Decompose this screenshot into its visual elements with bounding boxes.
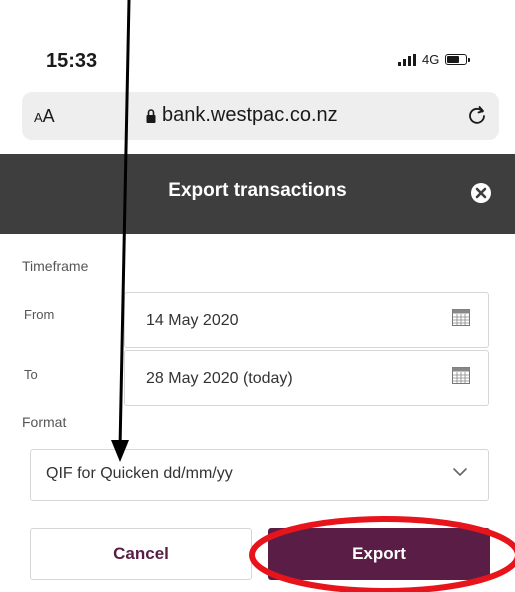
- export-button[interactable]: Export: [268, 528, 490, 580]
- text-size-large: A: [42, 106, 55, 126]
- network-type: 4G: [422, 52, 440, 67]
- timeframe-label: Timeframe: [22, 258, 89, 274]
- to-date-value: 28 May 2020 (today): [146, 370, 293, 387]
- calendar-icon[interactable]: [452, 366, 470, 384]
- format-label: Format: [22, 414, 67, 430]
- calendar-icon[interactable]: [452, 308, 470, 326]
- format-select-value: QIF for Quicken dd/mm/yy: [46, 465, 233, 482]
- status-time: 15:33: [46, 50, 98, 72]
- text-size-button[interactable]: AA: [34, 106, 55, 127]
- battery-level: [447, 56, 460, 63]
- status-indicators: 4G: [398, 52, 471, 67]
- from-date-value: 14 May 2020: [146, 312, 239, 329]
- text-size-small: A: [34, 110, 43, 125]
- cancel-button[interactable]: Cancel: [30, 528, 252, 580]
- dialog-title: Export transactions: [168, 180, 347, 201]
- url-text[interactable]: bank.westpac.co.nz: [162, 104, 338, 127]
- battery-icon: [445, 54, 471, 65]
- chevron-down-icon[interactable]: [450, 462, 470, 482]
- signal-icon: [398, 53, 416, 66]
- close-circle-icon[interactable]: [470, 182, 492, 204]
- to-label: To: [24, 367, 38, 382]
- from-label: From: [24, 307, 55, 322]
- reload-icon[interactable]: [466, 104, 488, 126]
- lock-icon: [146, 109, 156, 123]
